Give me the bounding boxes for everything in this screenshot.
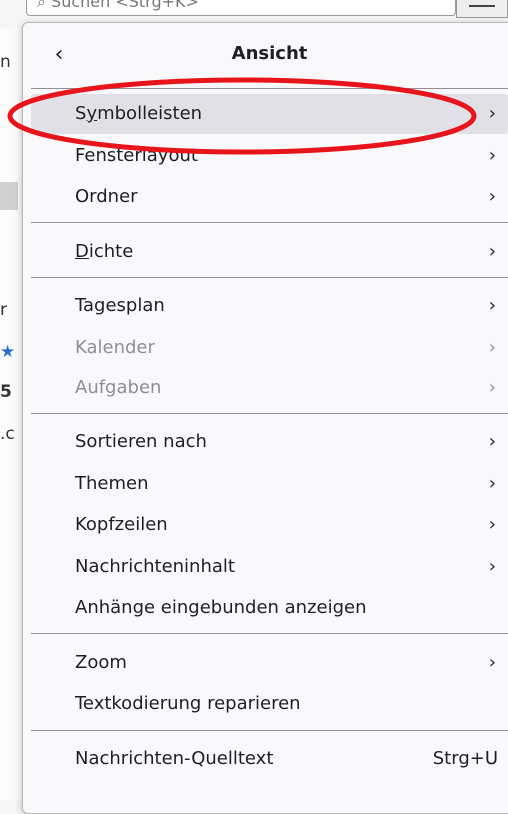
annotation-ellipse (7, 77, 477, 155)
